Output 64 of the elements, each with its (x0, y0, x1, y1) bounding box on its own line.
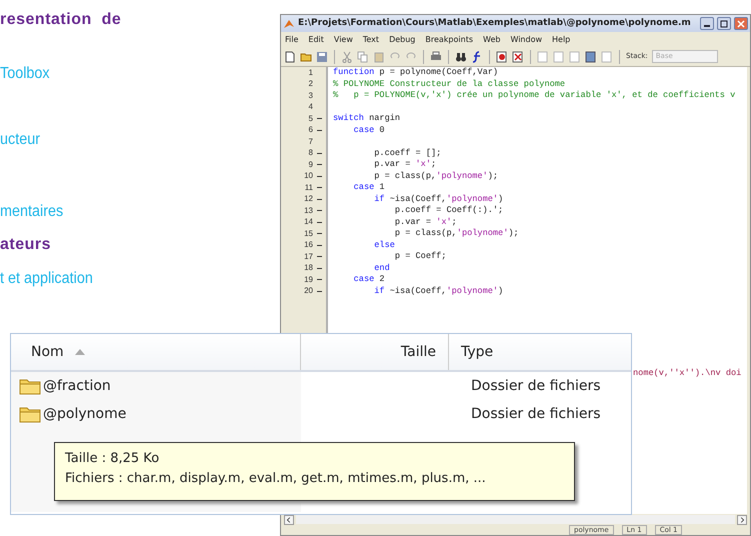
code-line: end (373, 262, 391, 274)
bullet-text: mentaires (0, 202, 64, 222)
line-number: 4 (308, 101, 313, 114)
menu-item[interactable]: Edit (308, 34, 324, 46)
code-line: % POLYNOME Constructeur de la classe polynome (333, 78, 566, 90)
code-line: switch nargin (333, 113, 402, 124)
menu-item[interactable]: Web (483, 34, 500, 46)
line-number: 14 (304, 216, 313, 228)
code-line: if ~isa(Coeff,'polynome') (373, 286, 504, 297)
code-line: p = class(p,'polynome'); (373, 170, 500, 182)
slide-heading: ateurs (0, 235, 52, 255)
line-number: 6 (308, 124, 313, 136)
line-number: 19 (304, 274, 313, 286)
file-type: Dossier de fichiers (470, 376, 601, 396)
line-number: 13 (304, 204, 313, 217)
bullet-text: t et application (0, 269, 93, 289)
line-number: 8 (308, 147, 313, 160)
code-line: case 0 (352, 124, 386, 136)
menu-item[interactable]: File (285, 34, 298, 46)
code-line: if ~isa(Coeff,'polynome') (373, 194, 504, 205)
window-title: E:\Projets\Formation\Cours\Matlab\Exemples\matlab\@polynome\polynome.m (298, 16, 692, 30)
column-header[interactable]: Type (449, 334, 506, 370)
bullet-text: ucteur (0, 130, 40, 150)
file-name[interactable]: @fraction (41, 376, 111, 396)
menu-item[interactable]: Window (510, 34, 542, 46)
line-number: 11 (304, 182, 313, 194)
tooltip-text: Fichiers : char.m, display.m, eval.m, get.m, mtimes.m, plus.m, ... (65, 470, 487, 488)
menu-item[interactable]: Help (552, 34, 570, 46)
menu-item[interactable]: Breakpoints (425, 34, 474, 46)
file-type: Dossier de fichiers (470, 404, 601, 424)
line-number: 20 (304, 285, 313, 298)
tooltip-text: Taille : 8,25 Ko (65, 450, 160, 468)
line-number: 16 (304, 239, 313, 252)
line-number: 12 (304, 193, 313, 206)
line-number: 15 (304, 228, 313, 240)
line-number: 17 (304, 250, 313, 263)
file-name[interactable]: @polynome (41, 404, 126, 424)
column-header[interactable]: Taille (301, 334, 449, 370)
bullet-text: Toolbox (0, 64, 50, 84)
line-number: 2 (308, 78, 313, 90)
line-number: 3 (308, 90, 313, 102)
code-line: p.var = 'x'; (373, 159, 438, 170)
menu-item[interactable]: Text (362, 34, 380, 46)
line-number: 5 (308, 112, 313, 125)
menu-item[interactable]: View (334, 34, 353, 46)
code-line: p = class(p,'polynome'); (394, 228, 520, 240)
line-number: 18 (304, 262, 313, 274)
code-line: case 2 (352, 274, 386, 286)
code-line: function p = polynome(Coeff,Var) (333, 67, 500, 78)
code-line: p.var = 'x'; (394, 216, 458, 228)
code-line: % p = POLYNOME(v,'x') crée un polynome de variable 'x', et de coefficients v (333, 90, 736, 102)
line-number: 9 (308, 158, 313, 171)
code-line: p.coeff = []; (373, 148, 442, 159)
slide-heading: resentation de (0, 10, 122, 30)
line-number: 7 (308, 136, 313, 148)
line-number: 1 (308, 67, 313, 79)
column-header[interactable]: Nom (11, 334, 301, 370)
code-line: else (373, 240, 396, 251)
code-line: p.coeff = Coeff(:).'; (394, 205, 504, 216)
code-line: p = Coeff; (394, 251, 448, 262)
code-line: nome(v,''x'').\nv doi (633, 367, 742, 380)
menu-item[interactable]: Debug (389, 34, 416, 46)
code-line: case 1 (352, 182, 386, 194)
line-number: 10 (304, 170, 313, 182)
